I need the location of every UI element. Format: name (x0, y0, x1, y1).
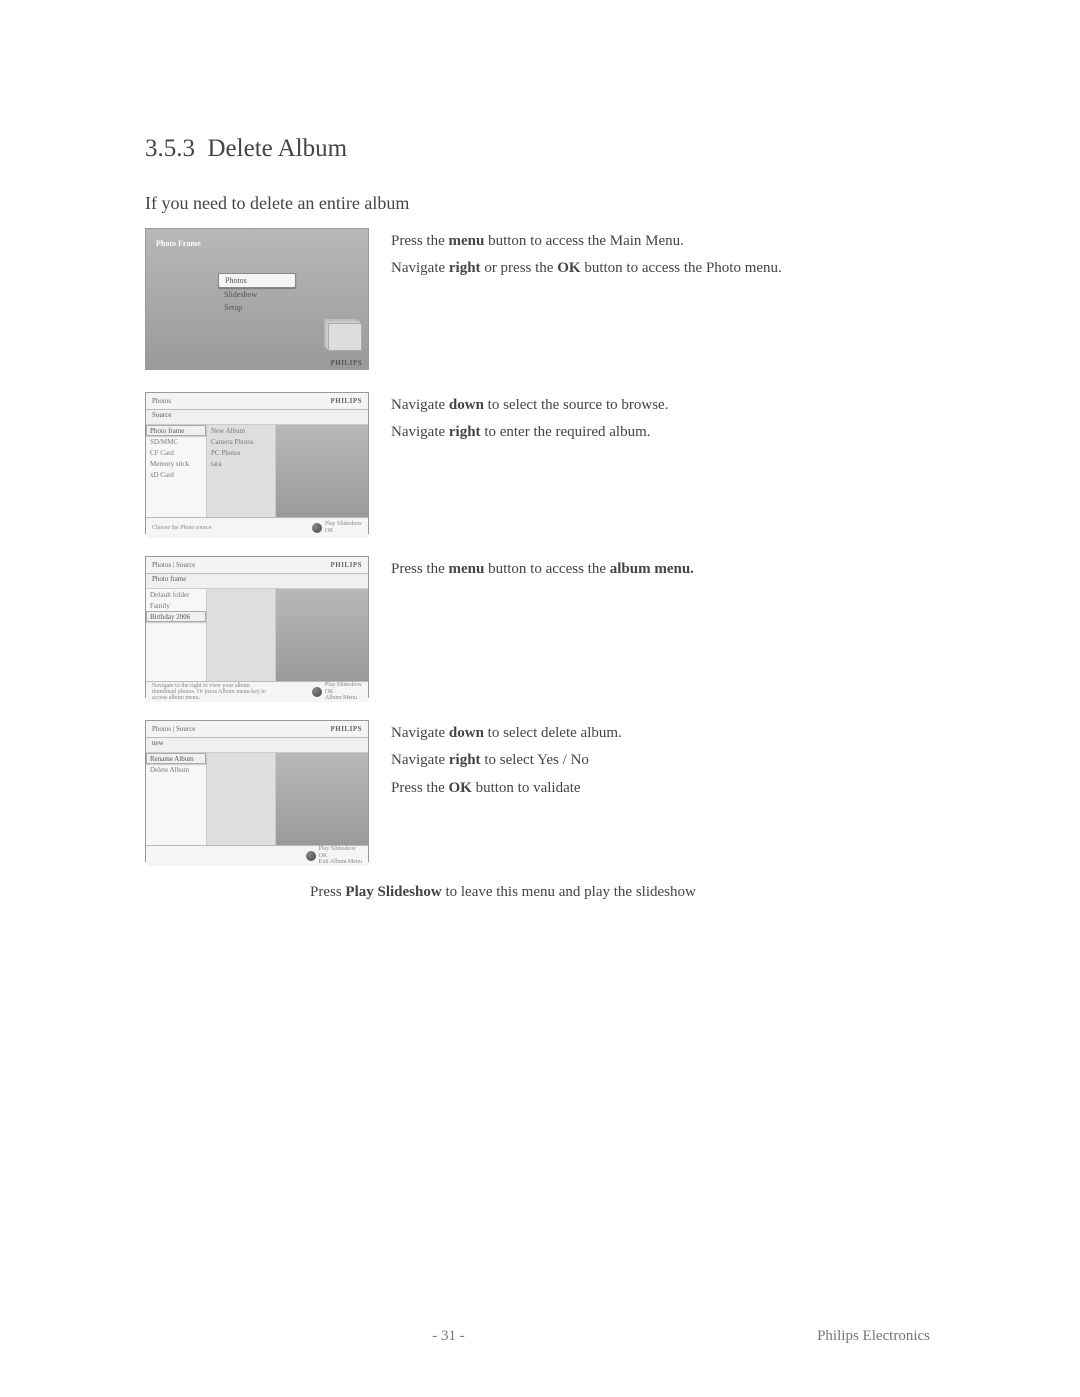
shot-col-sources: Rename AlbumDelete Album (146, 753, 207, 845)
section-subtitle: If you need to delete an entire album (145, 193, 940, 214)
instruction-line: Navigate right or press the OK button to… (391, 257, 782, 280)
section-name: Delete Album (208, 135, 348, 162)
instruction-step: Photos | SourcePHILIPSPhoto frameDefault… (145, 556, 940, 698)
shot-preview-area (276, 589, 368, 681)
shot-subheader: new (146, 738, 368, 753)
shot-col-albums (207, 589, 276, 681)
shot-footer: Navigate to the right to view your album… (146, 681, 368, 702)
shot-list-item: New Album (207, 425, 275, 436)
shot-list-item: Family (146, 600, 206, 611)
instruction-line: Press the OK button to validate (391, 777, 622, 800)
shot-menu-item: Slideshow (218, 288, 296, 301)
shot-header: Photos | SourcePHILIPS (146, 721, 368, 738)
shot-col-sources: Photo frameSD/MMCCF CardMemory stickxD C… (146, 425, 207, 517)
instruction-step: Photos | SourcePHILIPSnewRename AlbumDel… (145, 720, 940, 862)
photo-stack-icon (328, 323, 362, 351)
shot-subheader: Source (146, 410, 368, 425)
shot-ctrl-label: OK (325, 528, 362, 535)
shot-col-sources: Default folderFamilyBirthday 2006 (146, 589, 207, 681)
shot-list-item: PC Photos (207, 447, 275, 458)
section-number: 3.5.3 (145, 135, 195, 162)
shot-list-item: Camera Photos (207, 436, 275, 447)
screenshot-thumbnail: Photo Frame PhotosSlideshowSetup PHILIPS (145, 228, 369, 370)
shot-ctrl-label: OK (319, 853, 362, 860)
shot-list-item: tara (207, 458, 275, 469)
nav-dot-icon (312, 687, 322, 697)
section-title: 3.5.3 Delete Album (145, 135, 940, 163)
shot-list-item: CF Card (146, 447, 206, 458)
nav-dot-icon (306, 851, 316, 861)
shot-subheader: Photo frame (146, 574, 368, 589)
shot-col-albums: New AlbumCamera PhotosPC Photostara (207, 425, 276, 517)
shot-header: PhotosPHILIPS (146, 393, 368, 410)
footer-company: Philips Electronics (817, 1328, 930, 1345)
nav-dot-icon (312, 523, 322, 533)
instruction-line: Press the menu button to access the albu… (391, 558, 694, 581)
step-instructions: Press the menu button to access the albu… (391, 556, 694, 585)
brand-logo: PHILIPS (330, 561, 362, 569)
shot-ctrl-label: Play Slideshow (319, 846, 362, 853)
shot-list-item: Birthday 2006 (146, 611, 206, 622)
instruction-line: Navigate right to select Yes / No (391, 749, 622, 772)
shot-menu-item: Photos (218, 273, 296, 288)
screenshot-thumbnail: PhotosPHILIPSSourcePhoto frameSD/MMCCF C… (145, 392, 369, 534)
shot-list-item: xD Card (146, 469, 206, 480)
shot-list-item: Photo frame (146, 425, 206, 436)
shot-ctrl-label: Album Menu (325, 695, 362, 702)
shot-ctrl-label: Exit Album Menu (319, 859, 362, 866)
brand-logo: PHILIPS (330, 725, 362, 733)
instruction-line: Navigate down to select delete album. (391, 722, 622, 745)
instruction-step: Photo Frame PhotosSlideshowSetup PHILIPS Pr… (145, 228, 940, 370)
shot-footer: Choose the Photo sourcePlay SlideshowOK (146, 517, 368, 538)
brand-logo: PHILIPS (330, 359, 362, 367)
screenshot-thumbnail: Photos | SourcePHILIPSnewRename AlbumDel… (145, 720, 369, 862)
shot-ctrl-label: Play Slideshow (325, 521, 362, 528)
final-note: Press Play Slideshow to leave this menu … (310, 884, 940, 901)
shot-footer: Play SlideshowOKExit Album Menu (146, 845, 368, 866)
instruction-line: Press the menu button to access the Main… (391, 230, 782, 253)
instruction-line: Navigate right to enter the required alb… (391, 421, 668, 444)
step-instructions: Navigate down to select delete album. Nav… (391, 720, 622, 804)
instruction-step: PhotosPHILIPSSourcePhoto frameSD/MMCCF C… (145, 392, 940, 534)
page-number: - 31 - (432, 1328, 465, 1345)
screenshot-thumbnail: Photos | SourcePHILIPSPhoto frameDefault… (145, 556, 369, 698)
shot-list-item: Rename Album (146, 753, 206, 764)
step-instructions: Press the menu button to access the Main… (391, 228, 782, 285)
shot-menu: PhotosSlideshowSetup (218, 273, 296, 314)
shot-list-item: SD/MMC (146, 436, 206, 447)
shot-list-item: Delete Album (146, 764, 206, 775)
shot-ctrl-label: Play Slideshow (325, 682, 362, 689)
shot-list-item: Memory stick (146, 458, 206, 469)
shot-ctrl-label: OK (325, 689, 362, 696)
page-footer: - 31 - Philips Electronics (0, 1328, 1080, 1345)
shot-preview-area (276, 425, 368, 517)
shot-preview-area (276, 753, 368, 845)
step-instructions: Navigate down to select the source to br… (391, 392, 668, 449)
instruction-line: Navigate down to select the source to br… (391, 394, 668, 417)
shot-menu-item: Setup (218, 301, 296, 314)
shot-col-albums (207, 753, 276, 845)
shot-header: Photos | SourcePHILIPS (146, 557, 368, 574)
shot-list-item: Default folder (146, 589, 206, 600)
shot-title: Photo Frame (156, 239, 201, 248)
brand-logo: PHILIPS (330, 397, 362, 405)
